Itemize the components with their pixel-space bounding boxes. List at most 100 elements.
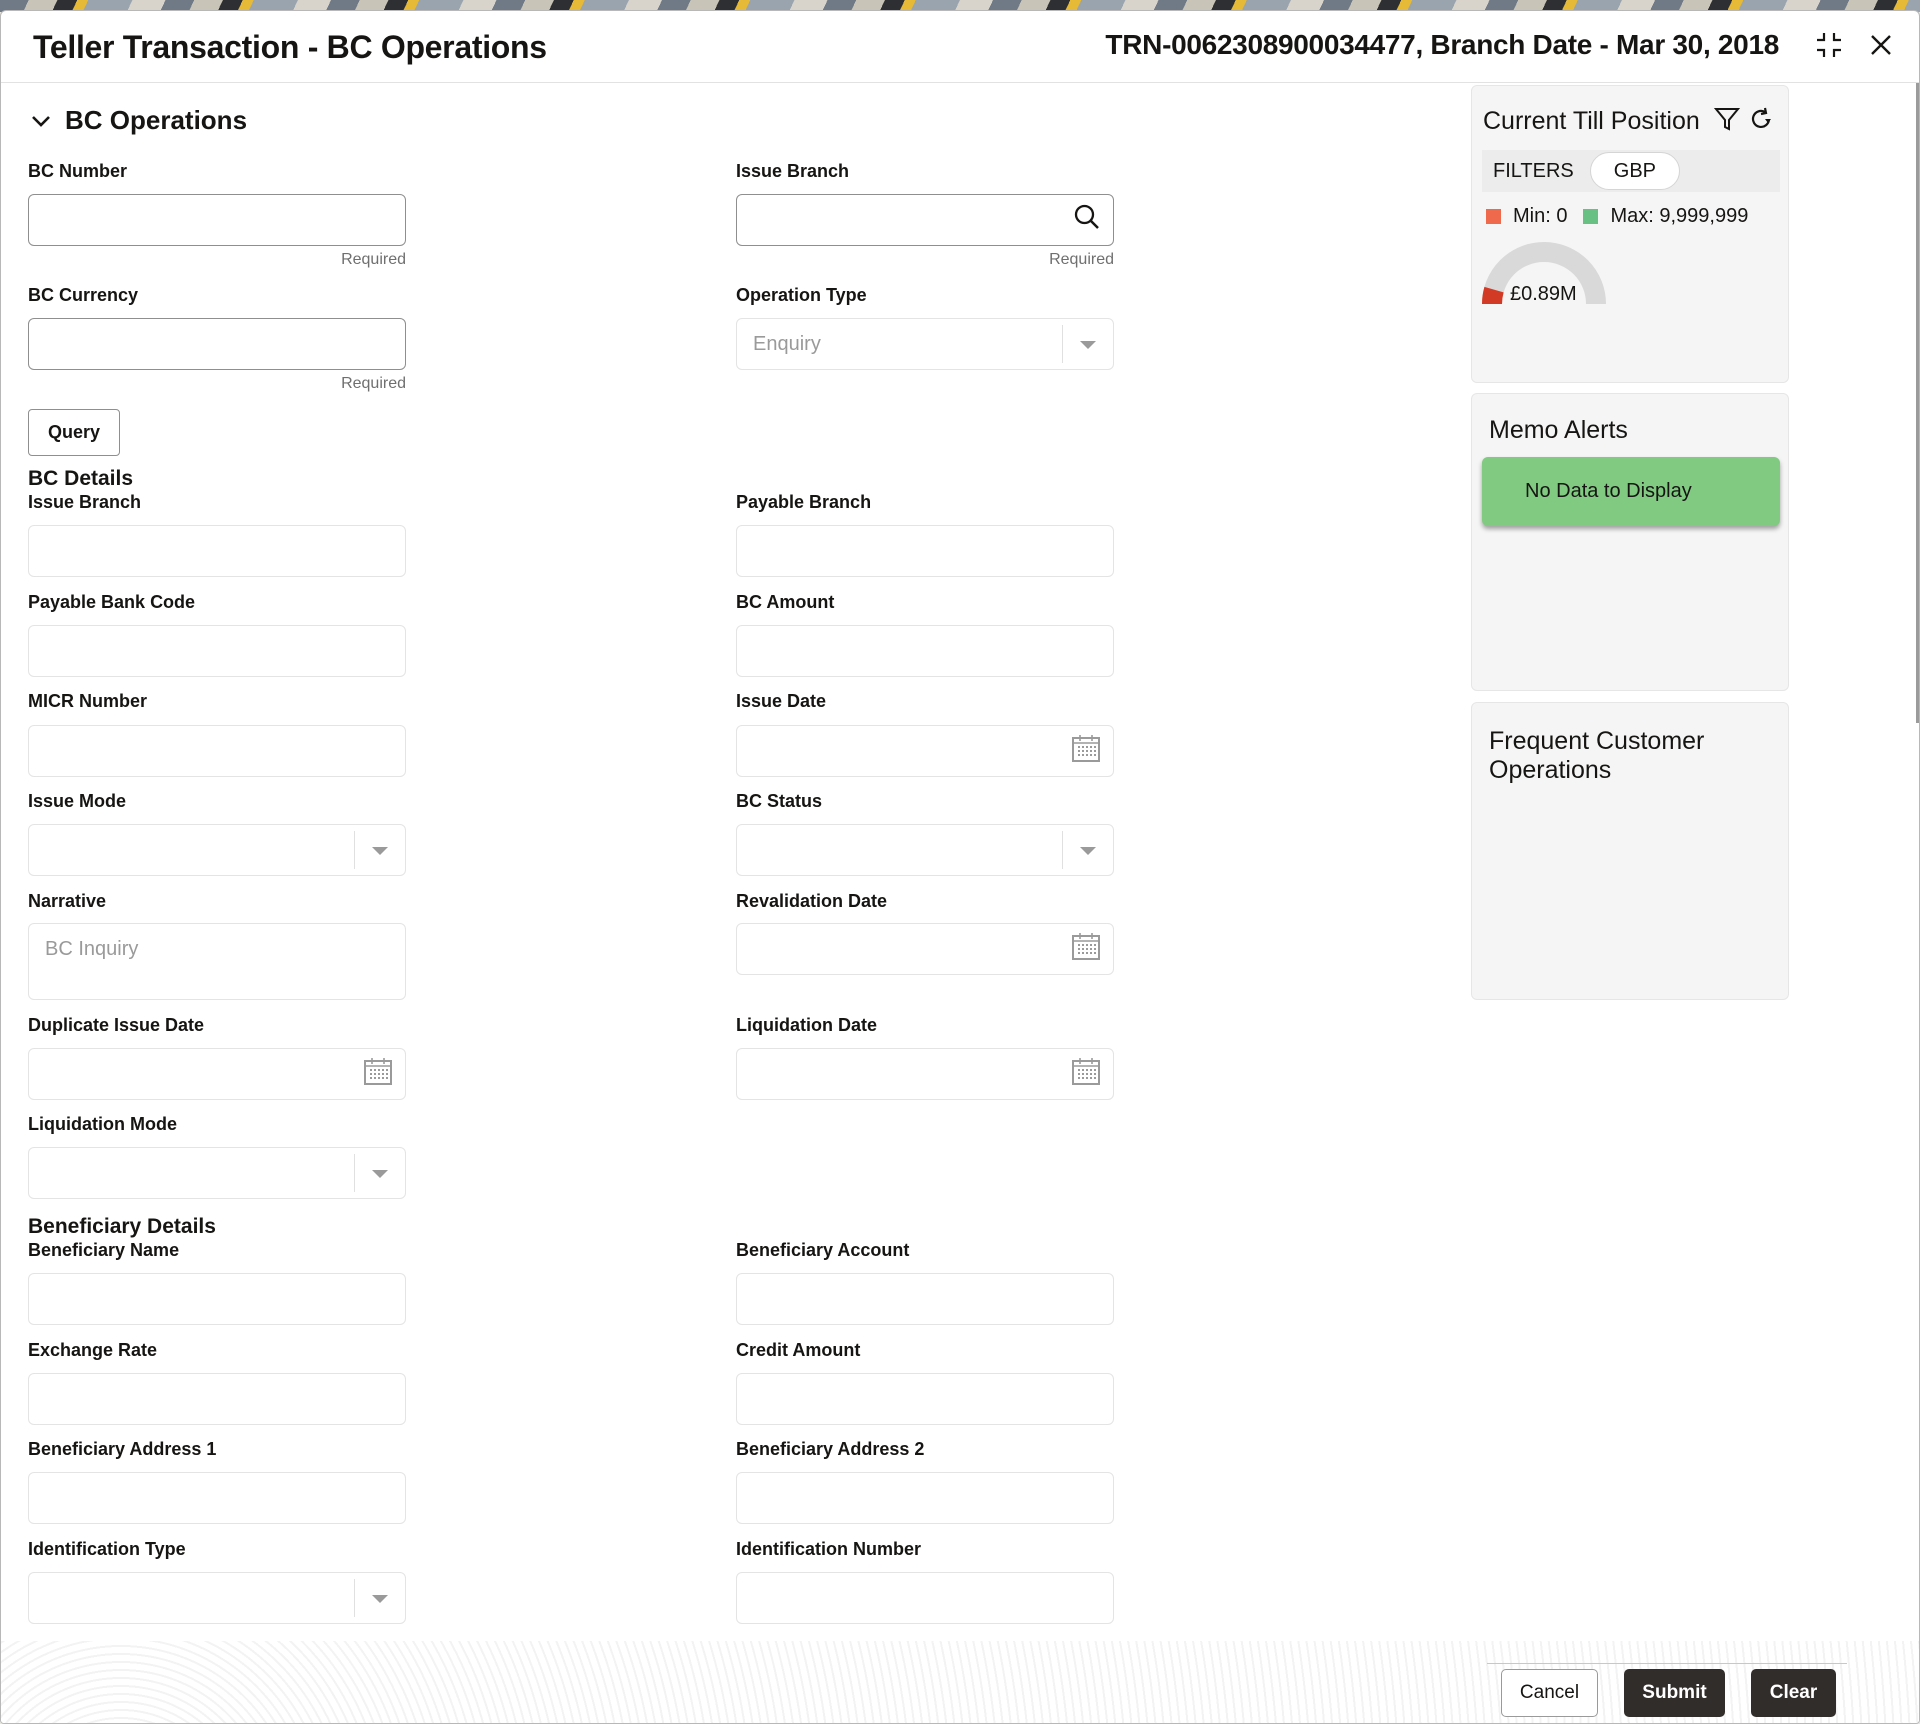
identification-number-input[interactable] — [736, 1572, 1114, 1624]
dialog-title: Teller Transaction - BC Operations — [33, 29, 547, 65]
revalidation-date-input[interactable] — [736, 923, 1114, 975]
liquidation-date-label: Liquidation Date — [736, 1015, 877, 1035]
chevron-down-icon[interactable] — [372, 847, 388, 855]
clear-button[interactable]: Clear — [1751, 1669, 1836, 1717]
beneficiary-address-1-label: Beneficiary Address 1 — [28, 1439, 217, 1459]
micr-number-input[interactable] — [28, 725, 406, 777]
identification-type-select[interactable] — [28, 1572, 406, 1624]
bc-status-label: BC Status — [736, 791, 823, 811]
narrative-textarea[interactable]: BC Inquiry — [28, 923, 406, 1000]
calendar-icon[interactable] — [363, 1056, 393, 1092]
identification-type-label: Identification Type — [28, 1539, 186, 1559]
bc-number-label: BC Number — [28, 161, 128, 181]
footer-divider — [1487, 1663, 1847, 1664]
micr-number-label: MICR Number — [28, 691, 148, 711]
till-title: Current Till Position — [1483, 107, 1700, 135]
narrative-label: Narrative — [28, 891, 107, 911]
cancel-button[interactable]: Cancel — [1501, 1669, 1598, 1717]
compress-icon[interactable] — [1809, 25, 1849, 65]
bc-amount-input[interactable] — [736, 625, 1114, 677]
issue-branch-input[interactable] — [28, 525, 406, 577]
liquidation-date-input[interactable] — [736, 1048, 1114, 1100]
chevron-down-icon[interactable] — [372, 1170, 388, 1178]
filters-label: FILTERS — [1493, 159, 1574, 182]
issue-branch-label: Issue Branch — [28, 492, 142, 512]
legend-max: Max: 9,999,999 — [1583, 205, 1748, 228]
transaction-meta: TRN-0062308900034477, Branch Date - Mar … — [1105, 29, 1779, 60]
duplicate-issue-date-input[interactable] — [28, 1048, 406, 1100]
bc-currency-required-hint: Required — [341, 375, 406, 392]
payable-bank-code-label: Payable Bank Code — [28, 592, 196, 612]
filter-icon[interactable] — [1713, 106, 1741, 137]
submit-button[interactable]: Submit — [1624, 1669, 1725, 1717]
liquidation-mode-label: Liquidation Mode — [28, 1114, 177, 1134]
payable-bank-code-input[interactable] — [28, 625, 406, 677]
bc-amount-label: BC Amount — [736, 592, 835, 612]
calendar-icon[interactable] — [1071, 733, 1101, 769]
issue-mode-label: Issue Mode — [28, 791, 127, 811]
bc-number-required-hint: Required — [341, 251, 406, 268]
legend-min-swatch — [1486, 209, 1501, 224]
duplicate-issue-date-label: Duplicate Issue Date — [28, 1015, 205, 1035]
query-button[interactable]: Query — [28, 409, 120, 456]
till-filter-bar: FILTERS GBP — [1482, 150, 1780, 192]
till-gauge: £0.89M — [1482, 242, 1606, 305]
issue-mode-select[interactable] — [28, 824, 406, 876]
till-legend: Min: 0 Max: 9,999,999 — [1486, 205, 1754, 228]
chevron-down-icon[interactable] — [1080, 847, 1096, 855]
memo-alerts-empty-banner: No Data to Display — [1482, 457, 1780, 526]
refresh-icon[interactable] — [1748, 106, 1774, 137]
search-icon[interactable] — [1073, 203, 1101, 237]
gauge-value-label: £0.89M — [1510, 283, 1577, 305]
legend-min: Min: 0 — [1486, 205, 1567, 228]
bc-operations-section-toggle[interactable]: BC Operations — [31, 105, 247, 136]
beneficiary-name-input[interactable] — [28, 1273, 406, 1325]
beneficiary-address-2-label: Beneficiary Address 2 — [736, 1439, 925, 1459]
identification-number-label: Identification Number — [736, 1539, 922, 1559]
dialog-header: Teller Transaction - BC Operations TRN-0… — [1, 11, 1919, 83]
revalidation-date-label: Revalidation Date — [736, 891, 888, 911]
beneficiary-address-2-input[interactable] — [736, 1472, 1114, 1524]
beneficiary-account-input[interactable] — [736, 1273, 1114, 1325]
issue-date-label: Issue Date — [736, 691, 827, 711]
memo-alerts-card: Memo Alerts No Data to Display — [1471, 393, 1789, 691]
beneficiary-account-label: Beneficiary Account — [736, 1240, 910, 1260]
memo-alerts-title: Memo Alerts — [1489, 416, 1628, 444]
beneficiary-address-1-input[interactable] — [28, 1472, 406, 1524]
teller-transaction-dialog: Teller Transaction - BC Operations TRN-0… — [0, 10, 1920, 1724]
chevron-down-icon — [32, 115, 50, 127]
vertical-scrollbar[interactable] — [1916, 83, 1919, 723]
section-title: BC Operations — [65, 105, 248, 135]
credit-amount-input[interactable] — [736, 1373, 1114, 1425]
issue-branch-query-label: Issue Branch — [736, 161, 850, 181]
currency-filter-chip[interactable]: GBP — [1589, 152, 1681, 190]
bc-currency-input[interactable] — [28, 318, 406, 370]
beneficiary-details-heading: Beneficiary Details — [28, 1215, 216, 1238]
beneficiary-name-label: Beneficiary Name — [28, 1240, 180, 1260]
bc-status-select[interactable] — [736, 824, 1114, 876]
bc-currency-label: BC Currency — [28, 285, 139, 305]
frequent-ops-title: Frequent Customer Operations — [1489, 727, 1705, 784]
operation-type-select[interactable]: Enquiry — [736, 318, 1114, 370]
liquidation-mode-select[interactable] — [28, 1147, 406, 1199]
calendar-icon[interactable] — [1071, 931, 1101, 967]
payable-branch-label: Payable Branch — [736, 492, 872, 512]
bc-number-input[interactable] — [28, 194, 406, 246]
legend-max-swatch — [1583, 209, 1599, 224]
exchange-rate-input[interactable] — [28, 1373, 406, 1425]
issue-date-input[interactable] — [736, 725, 1114, 777]
issue-branch-required-hint: Required — [1049, 251, 1114, 268]
current-till-position-card: Current Till Position FILTERS GBP Min: 0… — [1471, 85, 1789, 383]
credit-amount-label: Credit Amount — [736, 1340, 861, 1360]
payable-branch-input[interactable] — [736, 525, 1114, 577]
operation-type-label: Operation Type — [736, 285, 867, 305]
exchange-rate-label: Exchange Rate — [28, 1340, 158, 1360]
chevron-down-icon[interactable] — [1080, 341, 1096, 349]
bc-details-heading: BC Details — [28, 467, 134, 490]
calendar-icon[interactable] — [1071, 1056, 1101, 1092]
frequent-customer-operations-card: Frequent Customer Operations — [1471, 702, 1789, 1000]
chevron-down-icon[interactable] — [372, 1595, 388, 1603]
gauge-fill — [1482, 286, 1504, 305]
close-icon[interactable] — [1861, 25, 1901, 65]
issue-branch-query-input[interactable] — [736, 194, 1114, 246]
